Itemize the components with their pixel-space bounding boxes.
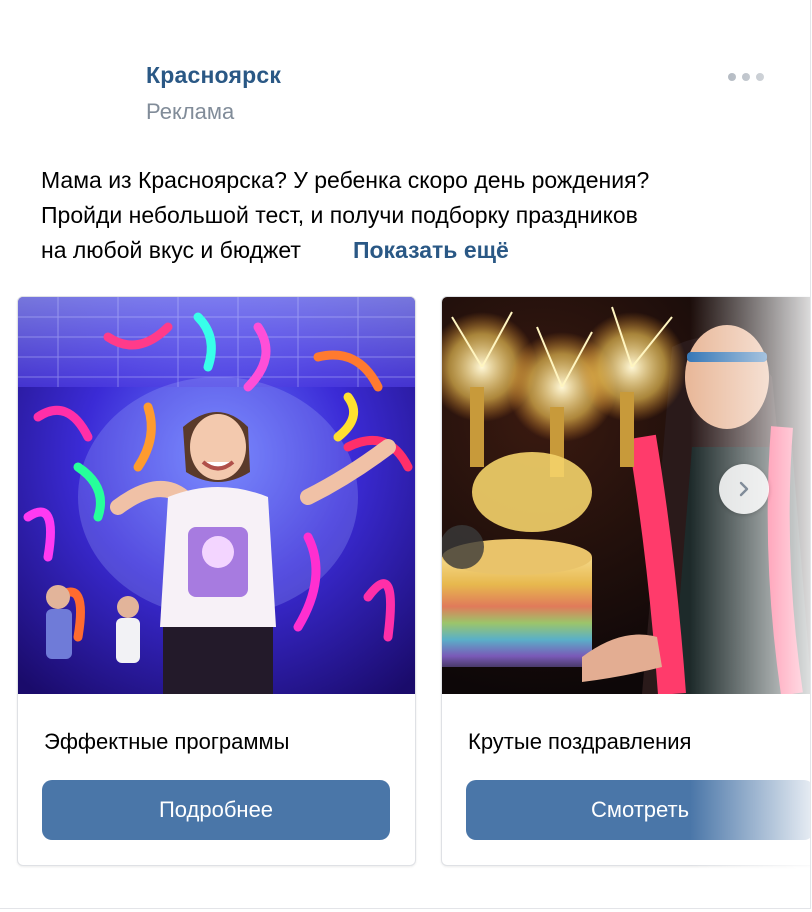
- carousel-card[interactable]: Крутые поздравления Смотреть: [441, 296, 810, 866]
- more-dot-icon: [728, 73, 736, 81]
- post-text-line-last: на любой вкус и бюджет Показать ещё: [41, 233, 801, 268]
- carousel-card[interactable]: Эффектные программы Подробнее: [17, 296, 416, 866]
- community-avatar[interactable]: [42, 62, 122, 142]
- post-text-line: Мама из Красноярска? У ребенка скоро ден…: [41, 167, 650, 193]
- author-name[interactable]: Красноярск: [146, 62, 281, 89]
- more-dot-icon: [756, 73, 764, 81]
- card-image-party-photo[interactable]: [18, 297, 415, 694]
- card-title: Эффектные программы: [44, 729, 290, 754]
- ad-carousel: Эффектные программы Подробнее Крутые поз…: [17, 296, 810, 866]
- show-more-link[interactable]: Показать ещё: [353, 237, 509, 263]
- ad-post: Красноярск Реклама Мама из Красноярска? …: [0, 0, 811, 909]
- chevron-right-icon: [739, 481, 749, 497]
- post-text: Мама из Красноярска? У ребенка скоро ден…: [41, 163, 801, 268]
- more-dot-icon: [742, 73, 750, 81]
- post-text-line: Пройди небольшой тест, и получи подборку…: [41, 202, 638, 228]
- card-title: Крутые поздравления: [468, 729, 692, 754]
- carousel-next-button[interactable]: [719, 464, 769, 514]
- card-watch-button[interactable]: Смотреть: [466, 780, 810, 840]
- party-photo-girl-confetti-icon: [18, 297, 415, 694]
- card-more-button[interactable]: Подробнее: [42, 780, 390, 840]
- ad-label: Реклама: [146, 99, 235, 124]
- post-text-fragment: на любой вкус и бюджет: [41, 237, 301, 263]
- more-options-button[interactable]: [728, 68, 764, 86]
